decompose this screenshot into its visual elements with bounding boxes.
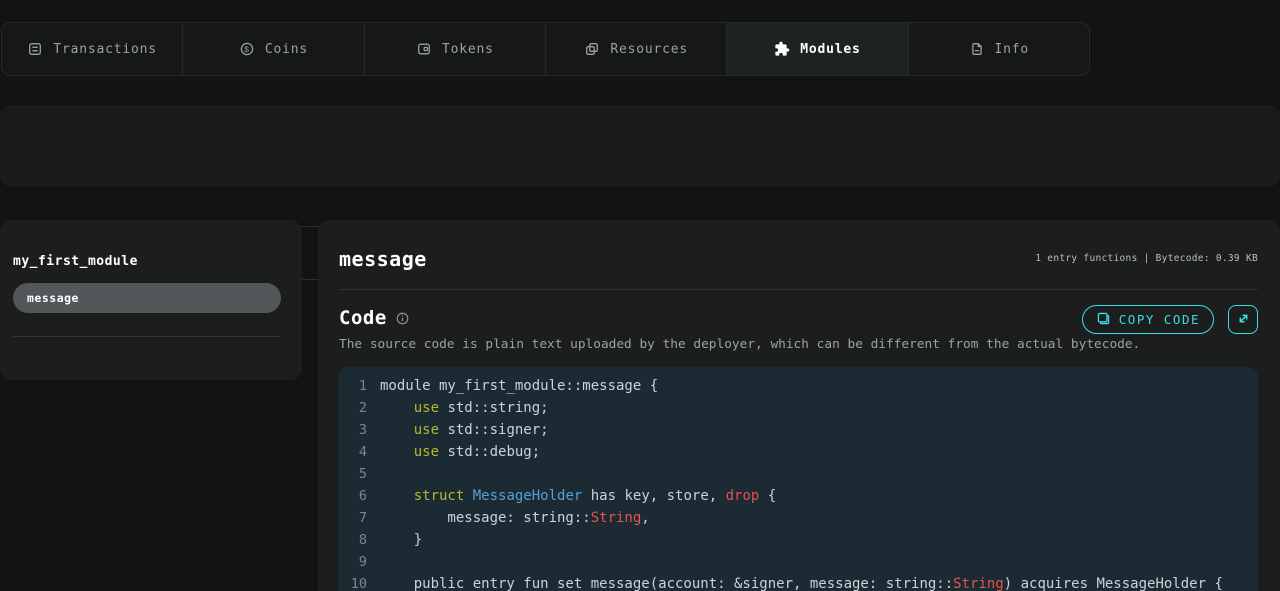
- line-number: 1: [338, 375, 380, 397]
- code-line: 10 public entry fun set_message(account:…: [338, 573, 1258, 591]
- nav-tab-label: Modules: [800, 42, 860, 57]
- line-code: public entry fun set_message(account: &s…: [380, 573, 1223, 591]
- info-icon: [969, 41, 985, 57]
- expand-icon: [1236, 311, 1251, 329]
- code-lines: 1module my_first_module::message {2 use …: [338, 375, 1258, 591]
- code-section-heading: Code: [339, 307, 410, 329]
- code-line: 3 use std::signer;: [338, 419, 1258, 441]
- module-name: my_first_module: [13, 254, 138, 269]
- code-line: 4 use std::debug;: [338, 441, 1258, 463]
- line-code: use std::signer;: [380, 419, 549, 441]
- line-code: module my_first_module::message {: [380, 375, 658, 397]
- module-meta: 1 entry functions | Bytecode: 0.39 KB: [1035, 253, 1258, 264]
- line-number: 10: [338, 573, 380, 591]
- code-heading-label: Code: [339, 307, 387, 329]
- nav-tab-tokens[interactable]: Tokens: [364, 23, 545, 75]
- code-line: 7 message: string::String,: [338, 507, 1258, 529]
- code-section-description: The source code is plain text uploaded b…: [339, 337, 1140, 352]
- nav-tab-label: Info: [995, 42, 1030, 57]
- line-number: 6: [338, 485, 380, 507]
- nav-tab-info[interactable]: Info: [908, 23, 1089, 75]
- nav-tab-coins[interactable]: $ Coins: [182, 23, 363, 75]
- code-line: 1module my_first_module::message {: [338, 375, 1258, 397]
- line-code: use std::string;: [380, 397, 549, 419]
- info-circle-icon[interactable]: [395, 311, 410, 326]
- code-line: 8 }: [338, 529, 1258, 551]
- module-detail-panel: message 1 entry functions | Bytecode: 0.…: [318, 220, 1280, 591]
- line-code: }: [380, 529, 422, 551]
- line-number: 5: [338, 463, 380, 485]
- modules-icon: [774, 41, 790, 57]
- page-title: message: [339, 247, 427, 271]
- line-number: 2: [338, 397, 380, 419]
- sidebar-item-label: message: [27, 291, 79, 305]
- code-line: 9: [338, 551, 1258, 573]
- line-number: 8: [338, 529, 380, 551]
- nav-tab-label: Resources: [610, 42, 688, 57]
- line-number: 4: [338, 441, 380, 463]
- code-line: 5: [338, 463, 1258, 485]
- nav-tab-label: Tokens: [442, 42, 494, 57]
- tokens-icon: [416, 41, 432, 57]
- sidebar-item-message[interactable]: message: [13, 283, 281, 313]
- line-code: message: string::String,: [380, 507, 650, 529]
- copy-code-label: COPY CODE: [1119, 312, 1200, 327]
- line-number: 9: [338, 551, 380, 573]
- line-code: use std::debug;: [380, 441, 540, 463]
- top-nav: Transactions $ Coins Tokens Resources Modules…: [1, 22, 1090, 76]
- expand-code-button[interactable]: [1228, 305, 1258, 334]
- coins-icon: $: [239, 41, 255, 57]
- nav-tab-transactions[interactable]: Transactions: [2, 23, 182, 75]
- subtab-band: CodeRunView: [0, 105, 1280, 187]
- nav-tab-modules[interactable]: Modules: [726, 23, 907, 75]
- code-line: 6 struct MessageHolder has key, store, d…: [338, 485, 1258, 507]
- nav-tab-label: Coins: [265, 42, 308, 57]
- nav-tab-resources[interactable]: Resources: [545, 23, 726, 75]
- copy-icon: [1096, 311, 1111, 329]
- header-divider: [339, 289, 1258, 290]
- sidebar-divider: [13, 336, 281, 337]
- nav-tab-label: Transactions: [53, 42, 157, 57]
- resources-icon: [584, 41, 600, 57]
- source-code-block[interactable]: 1module my_first_module::message {2 use …: [338, 367, 1258, 591]
- line-code: struct MessageHolder has key, store, dro…: [380, 485, 776, 507]
- line-number: 3: [338, 419, 380, 441]
- svg-text:$: $: [244, 45, 250, 55]
- copy-code-button[interactable]: COPY CODE: [1082, 305, 1214, 334]
- line-number: 7: [338, 507, 380, 529]
- transactions-icon: [27, 41, 43, 57]
- code-line: 2 use std::string;: [338, 397, 1258, 419]
